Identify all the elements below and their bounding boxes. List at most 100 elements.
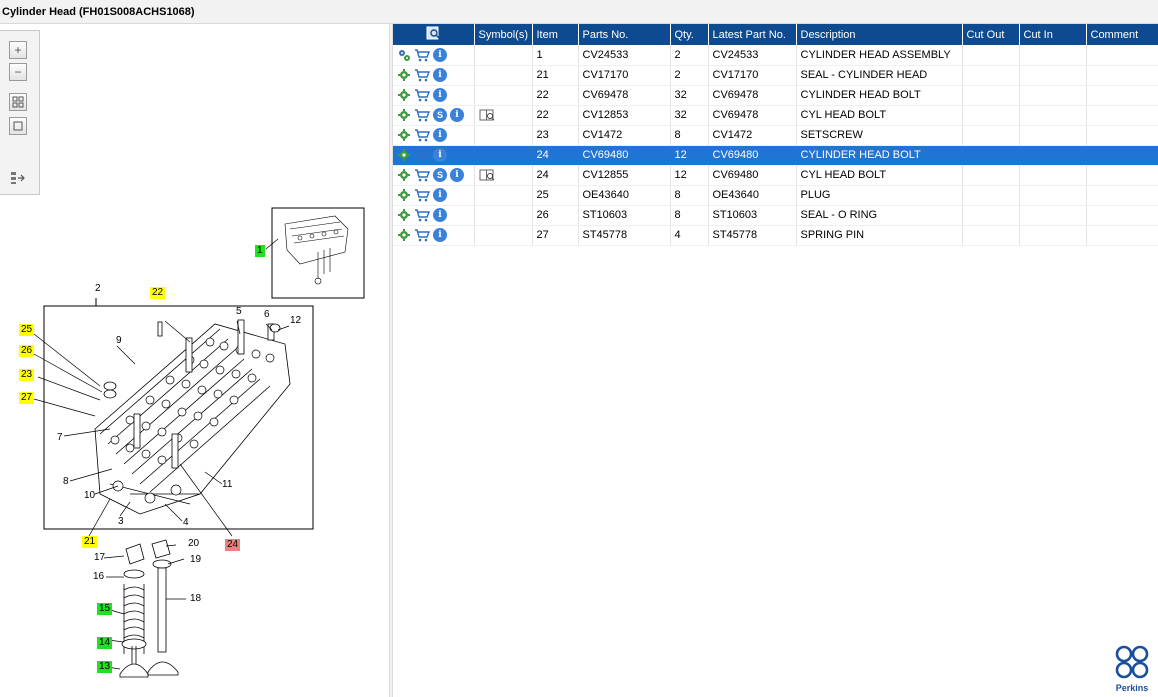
callout-16[interactable]: 16 xyxy=(91,571,106,583)
cart-icon[interactable] xyxy=(414,188,430,202)
gear-icon[interactable] xyxy=(397,168,411,182)
fit-all-button[interactable] xyxy=(9,93,27,111)
service-icon[interactable]: S xyxy=(433,168,447,182)
table-row[interactable]: i 25 OE43640 8 OE43640 PLUG xyxy=(393,185,1158,206)
callout-9[interactable]: 9 xyxy=(114,335,124,347)
callout-10[interactable]: 10 xyxy=(82,490,97,502)
cart-icon[interactable] xyxy=(414,228,430,242)
actual-size-button[interactable] xyxy=(9,117,27,135)
gear-icon[interactable] xyxy=(397,108,411,122)
callout-11[interactable]: 11 xyxy=(220,479,234,491)
callout-6[interactable]: 6 xyxy=(262,309,272,321)
callout-2[interactable]: 2 xyxy=(93,283,103,295)
callout-14[interactable]: 14 xyxy=(97,637,113,649)
latest-part-no-cell: CV17170 xyxy=(708,65,797,86)
zoom-in-button[interactable]: + xyxy=(9,41,27,59)
callout-4[interactable]: 4 xyxy=(181,517,191,529)
column-header-parts-no[interactable]: Parts No. xyxy=(578,24,671,45)
info-icon[interactable]: i xyxy=(433,68,447,82)
column-header-item[interactable]: Item xyxy=(532,24,579,45)
callout-5[interactable]: 5 xyxy=(234,306,244,318)
info-icon[interactable]: i xyxy=(450,108,464,122)
gear-icon[interactable] xyxy=(397,208,411,222)
callout-3[interactable]: 3 xyxy=(116,516,126,528)
callout-7[interactable]: 7 xyxy=(55,432,65,444)
callout-23[interactable]: 23 xyxy=(19,369,35,381)
gear-icon[interactable] xyxy=(397,148,411,162)
callout-21[interactable]: 21 xyxy=(82,536,98,548)
parts-no-cell: CV12855 xyxy=(578,165,671,186)
column-header-symbols[interactable]: Symbol(s) xyxy=(474,24,533,45)
callout-26[interactable]: 26 xyxy=(19,345,35,357)
service-icon[interactable]: S xyxy=(433,108,447,122)
cut-in-cell xyxy=(1019,85,1087,106)
info-icon[interactable]: i xyxy=(433,88,447,102)
table-row[interactable]: Si 22 CV12853 32 CV69478 CYL HEAD BOLT xyxy=(393,105,1158,126)
gear-icon[interactable] xyxy=(397,68,411,82)
info-icon[interactable]: i xyxy=(450,168,464,182)
info-icon[interactable]: i xyxy=(433,188,447,202)
column-header-cut-out[interactable]: Cut Out xyxy=(962,24,1020,45)
info-icon[interactable]: i xyxy=(433,208,447,222)
cart-icon[interactable] xyxy=(414,108,430,122)
column-header-description[interactable]: Description xyxy=(796,24,963,45)
table-row[interactable]: i 23 CV1472 8 CV1472 SETSCREW xyxy=(393,125,1158,146)
row-actions-cell: i xyxy=(393,225,475,246)
callout-1[interactable]: 1 xyxy=(255,245,265,257)
gear-icon[interactable] xyxy=(397,88,411,102)
cut-in-cell xyxy=(1019,205,1087,226)
description-cell: CYLINDER HEAD BOLT xyxy=(796,145,963,166)
parts-no-cell: CV1472 xyxy=(578,125,671,146)
comment-cell xyxy=(1086,105,1158,126)
column-header-actions[interactable] xyxy=(393,24,475,45)
zoom-out-button[interactable]: − xyxy=(9,63,27,81)
table-row[interactable]: i 27 ST45778 4 ST45778 SPRING PIN xyxy=(393,225,1158,246)
cart-icon[interactable] xyxy=(414,208,430,222)
cart-icon[interactable] xyxy=(414,148,430,162)
grid-header-row: Symbol(s) Item Parts No. Qty. Latest Par… xyxy=(393,24,1158,45)
book-icon[interactable] xyxy=(479,108,495,122)
table-row[interactable]: i 22 CV69478 32 CV69478 CYLINDER HEAD BOLT xyxy=(393,85,1158,106)
cart-icon[interactable] xyxy=(414,128,430,142)
gear-icon[interactable] xyxy=(397,128,411,142)
gear-icon[interactable] xyxy=(397,228,411,242)
info-icon[interactable]: i xyxy=(433,47,447,62)
pane-toggle-button[interactable] xyxy=(9,169,27,187)
column-header-latest-part-no[interactable]: Latest Part No. xyxy=(708,24,797,45)
cart-icon[interactable] xyxy=(414,68,430,82)
table-row[interactable]: i 21 CV17170 2 CV17170 SEAL - CYLINDER HEAD xyxy=(393,65,1158,86)
brand-name: Perkins xyxy=(1115,683,1149,693)
callout-19[interactable]: 19 xyxy=(188,554,203,566)
column-header-comment[interactable]: Comment xyxy=(1086,24,1158,45)
cart-icon[interactable] xyxy=(414,48,430,62)
callout-15[interactable]: 15 xyxy=(97,603,113,615)
callout-24[interactable]: 24 xyxy=(225,539,241,551)
table-row[interactable]: i 24 CV69480 12 CV69480 CYLINDER HEAD BOLT xyxy=(393,145,1158,166)
callout-8[interactable]: 8 xyxy=(61,476,71,488)
info-icon[interactable]: i xyxy=(433,228,447,242)
column-header-cut-in[interactable]: Cut In xyxy=(1019,24,1087,45)
callout-20[interactable]: 20 xyxy=(186,538,201,550)
cart-icon[interactable] xyxy=(414,88,430,102)
info-icon[interactable]: i xyxy=(433,148,447,162)
table-row[interactable]: i 1 CV24533 2 CV24533 CYLINDER HEAD ASSEMBLY xyxy=(393,45,1158,66)
callout-18[interactable]: 18 xyxy=(188,593,203,605)
info-icon[interactable]: i xyxy=(433,128,447,142)
item-cell: 22 xyxy=(532,85,579,106)
table-row[interactable]: i 26 ST10603 8 ST10603 SEAL - O RING xyxy=(393,205,1158,226)
callout-27[interactable]: 27 xyxy=(19,392,35,404)
callout-12[interactable]: 12 xyxy=(288,315,303,327)
column-header-qty[interactable]: Qty. xyxy=(670,24,709,45)
callout-13[interactable]: 13 xyxy=(97,661,113,673)
gears-icon[interactable] xyxy=(397,48,411,62)
latest-part-no-cell: CV1472 xyxy=(708,125,797,146)
callout-22[interactable]: 22 xyxy=(150,287,166,299)
cart-icon[interactable] xyxy=(414,168,430,182)
book-icon[interactable] xyxy=(479,168,495,182)
callout-17[interactable]: 17 xyxy=(92,552,107,564)
parts-no-cell: CV69480 xyxy=(578,145,671,166)
table-row[interactable]: Si 24 CV12855 12 CV69480 CYL HEAD BOLT xyxy=(393,165,1158,186)
callout-25[interactable]: 25 xyxy=(19,324,35,336)
gear-icon[interactable] xyxy=(397,188,411,202)
diagram-pane[interactable]: 2 22 25 26 23 27 5 6 12 9 7 8 10 11 3 4 … xyxy=(0,24,389,697)
